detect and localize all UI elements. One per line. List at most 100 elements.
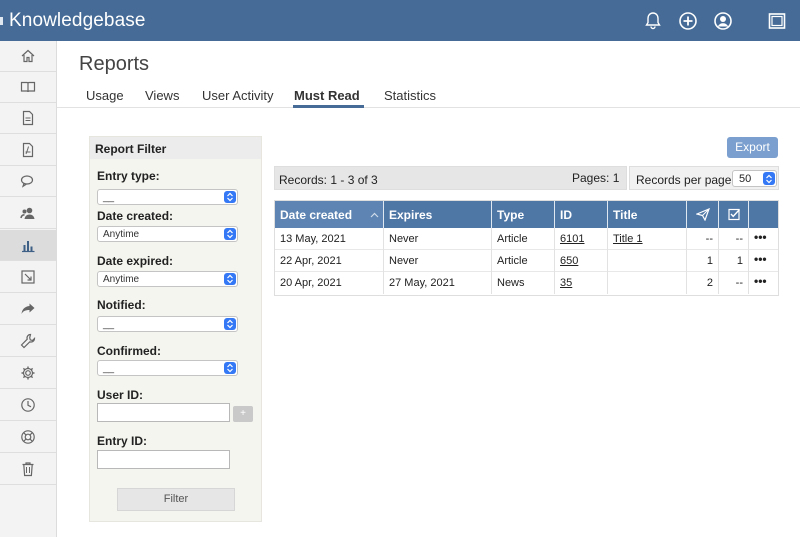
entry-type-value: __ — [103, 192, 115, 203]
sidebar-item-book[interactable] — [0, 72, 56, 103]
column-header-type[interactable]: Type — [492, 201, 555, 228]
export-button[interactable]: Export — [727, 137, 778, 158]
row-actions-menu[interactable]: ••• — [749, 272, 778, 294]
collapse-handle[interactable] — [0, 17, 3, 25]
table-row: 22 Apr, 2021 Never Article 650 1 1 ••• — [275, 250, 778, 272]
table-row: 20 Apr, 2021 27 May, 2021 News 35 2 -- •… — [275, 272, 778, 294]
column-header-expires[interactable]: Expires — [384, 201, 492, 228]
row-actions-menu[interactable]: ••• — [749, 250, 778, 272]
add-user-button[interactable]: + — [233, 406, 253, 422]
entry-id-input[interactable] — [97, 450, 230, 469]
date-expired-select[interactable]: Anytime — [97, 271, 238, 287]
date-expired-label: Date expired: — [97, 254, 174, 268]
column-header-date-created[interactable]: Date created — [275, 201, 384, 228]
comments-icon — [20, 175, 34, 188]
sidebar-item-history[interactable] — [0, 390, 56, 421]
page-title: Reports — [79, 53, 150, 75]
cell-expires: 27 May, 2021 — [384, 272, 492, 294]
cell-type: Article — [492, 250, 555, 272]
sidebar-item-comments[interactable] — [0, 166, 56, 197]
cell-title-link[interactable] — [608, 250, 687, 272]
tab-views[interactable]: Views — [145, 88, 179, 103]
tab-statistics[interactable]: Statistics — [384, 88, 436, 103]
share-icon — [21, 303, 35, 314]
lifebuoy-icon — [21, 430, 35, 444]
cell-title-link[interactable]: Title 1 — [608, 228, 687, 250]
tab-usage[interactable]: Usage — [86, 88, 124, 103]
sidebar-item-export[interactable] — [0, 262, 56, 293]
user-circle-icon[interactable] — [713, 11, 733, 31]
cell-confirmed: -- — [719, 272, 749, 294]
sidebar-item-users[interactable] — [0, 198, 56, 229]
pdf-icon — [22, 142, 34, 158]
app-title: Knowledgebase — [9, 10, 146, 31]
entry-type-select[interactable]: __ — [97, 189, 238, 205]
confirmed-label: Confirmed: — [97, 344, 161, 358]
records-per-page-select[interactable]: 50 — [732, 170, 777, 187]
notified-value: __ — [103, 319, 115, 330]
sidebar-item-help[interactable] — [0, 422, 56, 453]
tab-must-read[interactable]: Must Read — [294, 88, 360, 103]
book-icon — [20, 81, 36, 93]
cell-sent: -- — [687, 228, 719, 250]
cell-sent: 1 — [687, 250, 719, 272]
column-header-title[interactable]: Title — [608, 201, 687, 228]
plus-circle-icon[interactable] — [678, 11, 698, 31]
cell-expires: Never — [384, 228, 492, 250]
top-bar: Knowledgebase — [0, 0, 800, 41]
notified-select[interactable]: __ — [97, 316, 238, 332]
sidebar-item-reports[interactable] — [0, 230, 56, 261]
users-icon — [20, 207, 35, 219]
trash-icon — [22, 462, 34, 477]
report-filter-panel: Report Filter Entry type: __ Date create… — [89, 136, 262, 522]
entry-type-label: Entry type: — [97, 169, 160, 183]
home-icon — [21, 49, 35, 63]
column-label: Date created — [280, 208, 353, 222]
pages-count: Pages: 1 — [572, 171, 620, 185]
notified-label: Notified: — [97, 298, 146, 312]
tabs-divider — [57, 107, 800, 108]
cell-id-link[interactable]: 35 — [555, 272, 608, 294]
chevron-updown-icon — [224, 191, 236, 203]
clock-icon — [21, 398, 35, 412]
sidebar-item-document[interactable] — [0, 103, 56, 134]
sidebar-item-tools[interactable] — [0, 326, 56, 357]
date-created-select[interactable]: Anytime — [97, 226, 238, 242]
chevron-updown-icon — [763, 172, 775, 185]
column-header-sent[interactable] — [687, 201, 719, 228]
paper-plane-icon — [696, 208, 710, 221]
cell-sent: 2 — [687, 272, 719, 294]
column-header-confirmed[interactable] — [719, 201, 749, 228]
records-per-page-label: Records per page: — [636, 173, 735, 187]
sidebar-item-settings[interactable] — [0, 358, 56, 389]
bell-icon[interactable] — [643, 11, 663, 31]
user-id-input[interactable] — [97, 403, 230, 422]
records-per-page-value: 50 — [739, 173, 752, 185]
sidebar-item-pdf[interactable] — [0, 135, 56, 166]
filter-button[interactable]: Filter — [117, 488, 235, 511]
records-summary-bar: Records: 1 - 3 of 3 Pages: 1 — [274, 166, 627, 190]
date-expired-value: Anytime — [103, 274, 140, 285]
sidebar-item-trash[interactable] — [0, 454, 56, 485]
user-id-label: User ID: — [97, 388, 144, 402]
cell-date-created: 13 May, 2021 — [275, 228, 384, 250]
cell-id-link[interactable]: 6101 — [555, 228, 608, 250]
cell-id-link[interactable]: 650 — [555, 250, 608, 272]
date-created-value: Anytime — [103, 229, 140, 240]
date-created-label: Date created: — [97, 209, 174, 223]
cell-date-created: 22 Apr, 2021 — [275, 250, 384, 272]
confirmed-select[interactable]: __ — [97, 360, 238, 376]
records-count: Records: 1 - 3 of 3 — [279, 173, 378, 187]
sidebar-item-share[interactable] — [0, 294, 56, 325]
cell-date-created: 20 Apr, 2021 — [275, 272, 384, 294]
tab-user-activity[interactable]: User Activity — [202, 88, 274, 103]
document-icon — [22, 110, 34, 126]
chevron-updown-icon — [224, 318, 236, 330]
cell-type: Article — [492, 228, 555, 250]
sidebar-item-home[interactable] — [0, 41, 56, 72]
cell-title-link[interactable] — [608, 272, 687, 294]
window-icon[interactable] — [767, 11, 787, 31]
column-header-id[interactable]: ID — [555, 201, 608, 228]
cell-expires: Never — [384, 250, 492, 272]
row-actions-menu[interactable]: ••• — [749, 228, 778, 250]
